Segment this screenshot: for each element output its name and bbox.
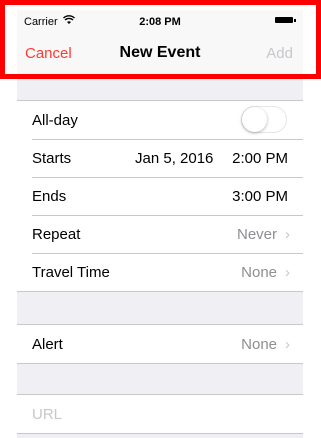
travel-time-label: Travel Time: [32, 264, 110, 281]
travel-time-value: None: [241, 264, 277, 281]
toggle-knob: [242, 107, 267, 132]
chevron-right-icon: ›: [285, 336, 290, 353]
travel-time-row[interactable]: Travel Time None ›: [17, 253, 303, 291]
alert-group: Alert None ›: [17, 324, 303, 364]
ios-screen: Carrier 2:08 PM Cancel New Event Add All…: [17, 10, 303, 438]
url-row[interactable]: URL: [17, 395, 303, 433]
alert-row[interactable]: Alert None ›: [17, 325, 303, 363]
alert-label: Alert: [32, 336, 63, 353]
starts-label: Starts: [32, 150, 72, 167]
status-bar: Carrier 2:08 PM: [17, 10, 303, 32]
allday-label: All-day: [32, 112, 78, 129]
navigation-bar: Cancel New Event Add: [17, 32, 303, 75]
chevron-right-icon: ›: [285, 226, 290, 243]
starts-date: Jan 5, 2016: [135, 150, 214, 167]
ends-time: 3:00 PM: [232, 188, 288, 205]
url-group: URL: [17, 394, 303, 434]
date-group: All-day Starts Jan 5, 2016 2:00 PM Ends …: [17, 100, 303, 292]
add-button[interactable]: Add: [266, 45, 293, 62]
starts-row[interactable]: Starts Jan 5, 2016 2:00 PM: [17, 139, 303, 177]
ends-label: Ends: [32, 188, 67, 205]
status-time: 2:08 PM: [139, 16, 181, 28]
chevron-right-icon: ›: [285, 264, 290, 281]
battery-icon: [275, 17, 296, 23]
repeat-row[interactable]: Repeat Never ›: [17, 215, 303, 253]
url-field[interactable]: URL: [32, 406, 62, 423]
page-title: New Event: [119, 44, 201, 61]
repeat-label: Repeat: [32, 226, 81, 243]
allday-row: All-day: [17, 101, 303, 139]
allday-toggle[interactable]: [241, 106, 287, 133]
repeat-value: Never: [236, 226, 277, 243]
ends-row[interactable]: Ends 3:00 PM: [17, 177, 303, 215]
alert-value: None: [241, 336, 277, 353]
starts-time: 2:00 PM: [232, 150, 288, 167]
